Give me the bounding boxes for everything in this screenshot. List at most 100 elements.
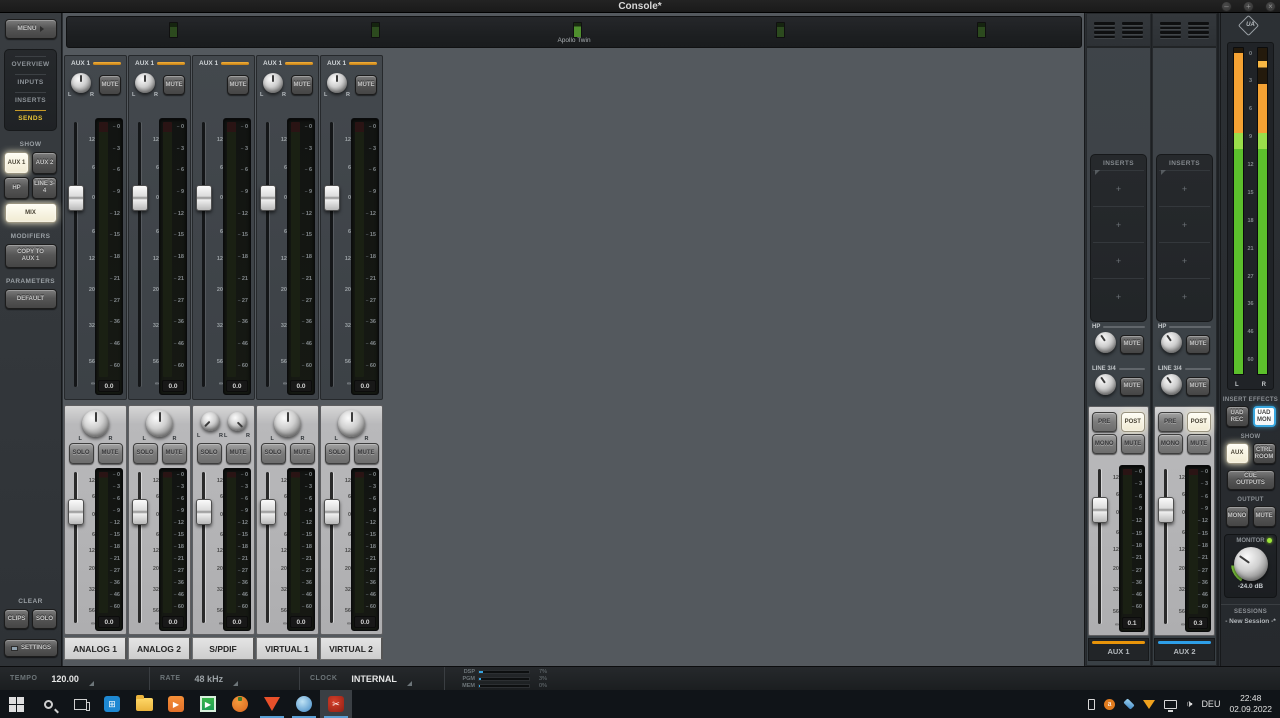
hp-send-knob[interactable] (1093, 332, 1117, 357)
send-fader[interactable]: 1260612203256∞ (68, 118, 95, 395)
usb-device-icon[interactable] (1088, 699, 1095, 710)
show-line34-button[interactable]: LINE 3-4 (32, 177, 57, 199)
tray-yellow-triangle-icon[interactable] (1143, 700, 1155, 709)
taskbar-file-explorer[interactable] (128, 690, 160, 718)
ctrl-room-button[interactable]: CTRL ROOM (1253, 443, 1276, 464)
insert-slot[interactable]: + (1159, 278, 1210, 314)
volume-icon[interactable]: 🕩 (1186, 699, 1192, 710)
send-fader[interactable]: 1260612203256∞ (260, 118, 287, 395)
nav-overview[interactable]: OVERVIEW (5, 52, 56, 70)
solo-button[interactable]: SOLO (325, 443, 350, 464)
channel-fader[interactable]: 1260612203256∞ (260, 468, 287, 631)
solo-button[interactable]: SOLO (197, 443, 222, 464)
monitor-knob[interactable] (1234, 547, 1268, 581)
menu-button[interactable]: MENU (5, 19, 57, 39)
send-mute-button[interactable]: MUTE (355, 75, 377, 95)
send-knob[interactable]: LR (326, 73, 348, 97)
taskbar-video-editor[interactable]: ▶ (192, 690, 224, 718)
nav-inputs[interactable]: INPUTS (5, 70, 56, 88)
uad-rec-button[interactable]: UAD REC (1226, 406, 1249, 427)
send-knob[interactable]: LR (262, 73, 284, 97)
taskbar-brave[interactable] (256, 690, 288, 718)
start-button[interactable] (0, 690, 32, 718)
rate-field[interactable]: RATE 48 kHz (150, 667, 300, 690)
send-mute-button[interactable]: MUTE (227, 75, 249, 95)
clock-field[interactable]: CLOCK INTERNAL (300, 667, 445, 690)
pan-knob[interactable]: LR (273, 410, 303, 441)
output-mute-button[interactable]: MUTE (1253, 506, 1276, 527)
send-fader[interactable]: 1260612203256∞ (196, 118, 223, 395)
show-hp-button[interactable]: HP (4, 177, 29, 199)
pre-button[interactable]: PRE (1092, 412, 1117, 432)
keyboard-language[interactable]: DEU (1201, 699, 1220, 709)
clear-solo-button[interactable]: SOLO (32, 609, 57, 629)
copy-to-aux1-button[interactable]: COPY TO AUX 1 (5, 244, 57, 268)
channel-name[interactable]: VIRTUAL 1 (256, 637, 319, 660)
channel-name[interactable]: S/PDIF (192, 637, 255, 660)
line34-mute-button[interactable]: MUTE (1186, 377, 1210, 396)
pan-knob[interactable]: LR (337, 410, 367, 441)
pan-knob[interactable]: LR (81, 410, 111, 441)
uad-mon-button[interactable]: UAD MON (1253, 406, 1276, 427)
output-mono-button[interactable]: MONO (1226, 506, 1249, 527)
taskbar-blue-app[interactable] (288, 690, 320, 718)
send-mute-button[interactable]: MUTE (99, 75, 121, 95)
solo-button[interactable]: SOLO (133, 443, 158, 464)
send-fader[interactable]: 1260612203256∞ (132, 118, 159, 395)
send-knob[interactable]: LR (134, 73, 156, 97)
line34-send-knob[interactable] (1093, 374, 1117, 399)
post-button[interactable]: POST (1187, 412, 1212, 432)
nav-sends[interactable]: SENDS (5, 106, 56, 124)
channel-fader[interactable]: 1260612203256∞ (196, 468, 223, 631)
mute-button[interactable]: MUTE (226, 443, 251, 464)
channel-name[interactable]: ANALOG 2 (128, 637, 191, 660)
tray-blue-diamond-icon[interactable] (1123, 698, 1134, 709)
channel-name[interactable]: VIRTUAL 2 (320, 637, 383, 660)
pan-knob-left[interactable]: LR (199, 412, 221, 438)
show-aux2-button[interactable]: AUX 2 (32, 152, 57, 174)
aux-fader[interactable]: 1260612203256∞ (1158, 465, 1185, 632)
task-view-button[interactable] (64, 690, 96, 718)
insert-slot[interactable]: + (1159, 206, 1210, 242)
session-name[interactable]: - New Session -* (1221, 618, 1280, 625)
nav-inserts[interactable]: INSERTS (5, 88, 56, 106)
pre-button[interactable]: PRE (1158, 412, 1183, 432)
send-fader[interactable]: 1260612203256∞ (324, 118, 351, 395)
insert-slot[interactable]: + (1093, 170, 1144, 206)
mute-button[interactable]: MUTE (354, 443, 379, 464)
channel-fader[interactable]: 1260612203256∞ (68, 468, 95, 631)
mono-button[interactable]: MONO (1092, 434, 1117, 454)
aux-name-tab[interactable]: AUX 2 (1154, 638, 1215, 661)
aux-fader[interactable]: 1260612203256∞ (1092, 465, 1119, 632)
default-button[interactable]: DEFAULT (5, 289, 57, 309)
mute-button[interactable]: MUTE (1121, 434, 1146, 454)
mono-button[interactable]: MONO (1158, 434, 1183, 454)
mute-button[interactable]: MUTE (162, 443, 187, 464)
pan-knob-right[interactable]: LR (226, 412, 248, 438)
channel-fader[interactable]: 1260612203256∞ (324, 468, 351, 631)
send-knob[interactable]: LR (70, 73, 92, 97)
hp-mute-button[interactable]: MUTE (1186, 335, 1210, 354)
maximize-button[interactable]: + (1243, 1, 1254, 12)
hp-send-knob[interactable] (1159, 332, 1183, 357)
minimize-button[interactable]: – (1221, 1, 1232, 12)
close-button[interactable]: × (1265, 1, 1276, 12)
taskbar-console-app[interactable]: ✂ (320, 690, 352, 718)
solo-button[interactable]: SOLO (69, 443, 94, 464)
send-mute-button[interactable]: MUTE (163, 75, 185, 95)
taskbar-movies-tv[interactable]: ▶ (160, 690, 192, 718)
send-mute-button[interactable]: MUTE (291, 75, 313, 95)
line34-mute-button[interactable]: MUTE (1120, 377, 1144, 396)
channel-fader[interactable]: 1260612203256∞ (132, 468, 159, 631)
solo-button[interactable]: SOLO (261, 443, 286, 464)
tempo-field[interactable]: TEMPO 120.00 (0, 667, 150, 690)
taskbar-store[interactable]: ⊞ (96, 690, 128, 718)
insert-slot[interactable]: + (1093, 206, 1144, 242)
mute-button[interactable]: MUTE (98, 443, 123, 464)
clear-clips-button[interactable]: CLIPS (4, 609, 29, 629)
search-button[interactable] (32, 690, 64, 718)
show-aux1-button[interactable]: AUX 1 (4, 152, 29, 174)
insert-slot[interactable]: + (1159, 170, 1210, 206)
cue-outputs-button[interactable]: CUE OUTPUTS (1227, 470, 1275, 490)
settings-button[interactable]: SETTINGS (4, 639, 58, 657)
